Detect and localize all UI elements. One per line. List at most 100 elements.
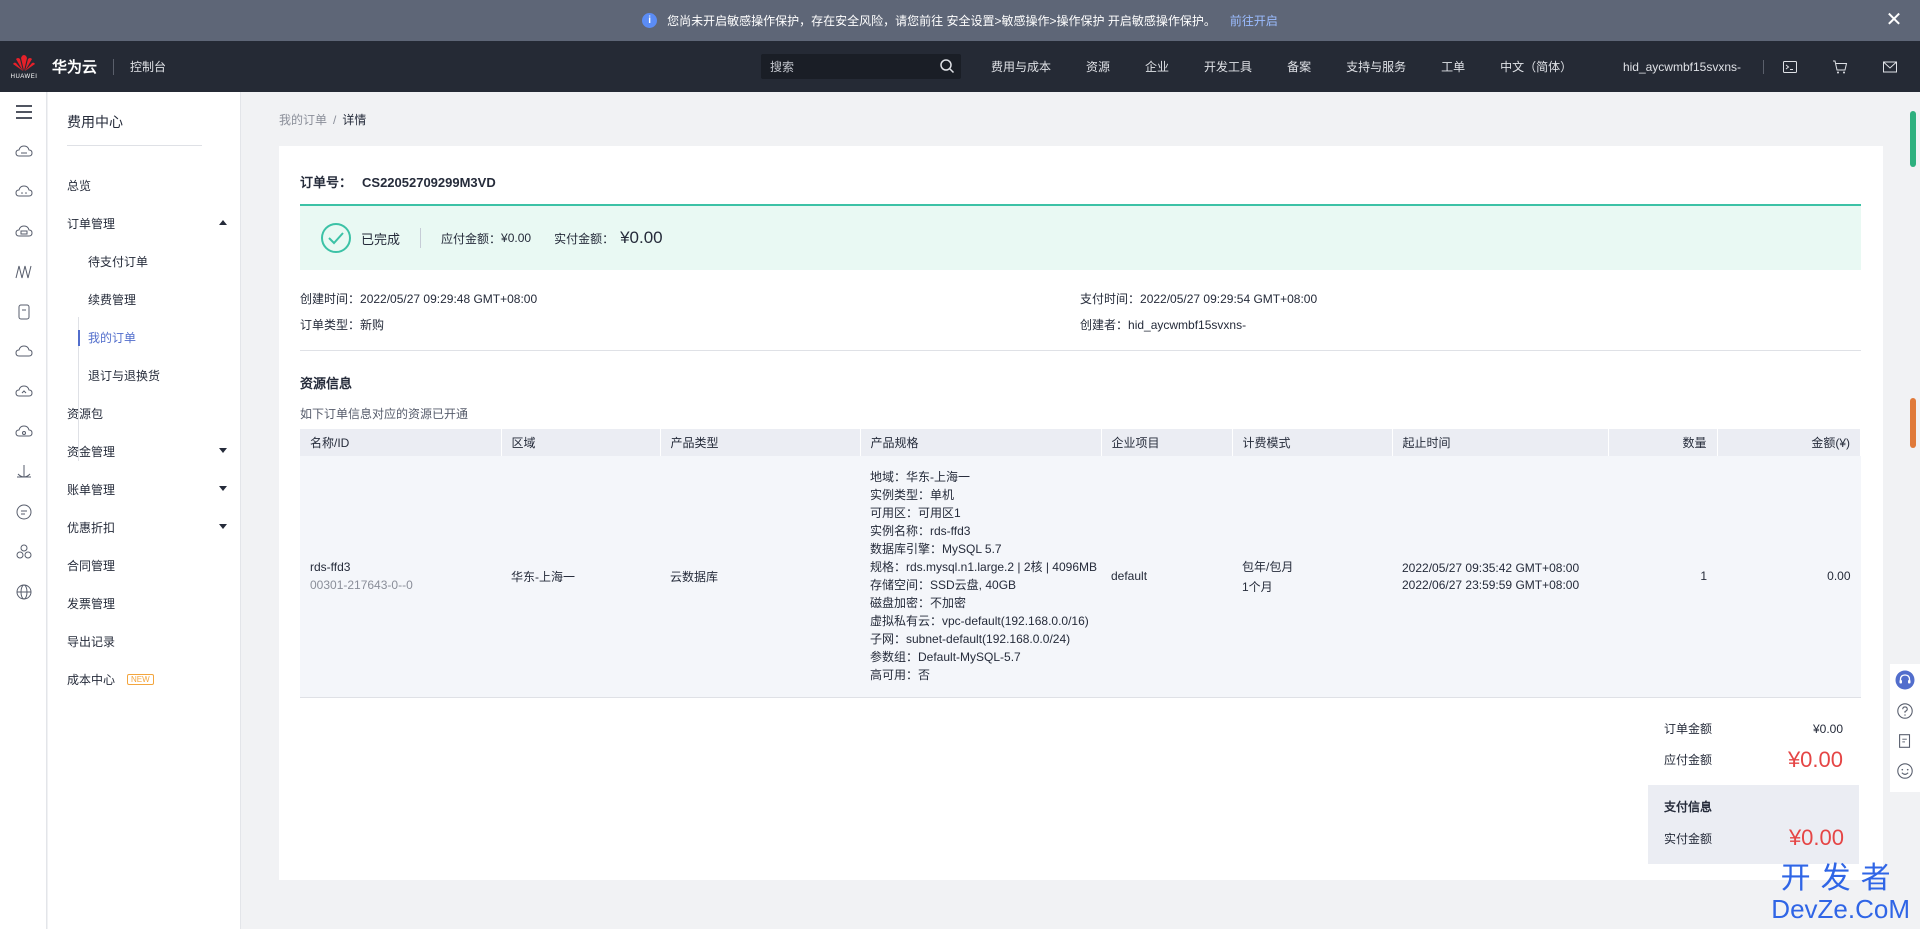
search-input[interactable] <box>770 59 930 74</box>
spec-line: 存储空间：SSD云盘, 40GB <box>870 578 1017 593</box>
hamburger-icon <box>15 105 32 119</box>
pay-time: 支付时间：2022/05/27 09:29:54 GMT+08:00 <box>1080 290 1317 307</box>
cell-amount: 0.00 <box>1717 456 1861 698</box>
nav-support[interactable]: 支持与服务 <box>1346 58 1406 75</box>
sidebar-item-overview[interactable]: 总览 <box>48 166 241 204</box>
cell-period: 2022/05/27 09:35:42 GMT+08:00 2022/06/27… <box>1392 456 1608 698</box>
scroll-indicator[interactable] <box>1910 398 1916 448</box>
sidebar-item-label: 合同管理 <box>67 558 116 573</box>
payable-amount-label: 应付金额 <box>1664 753 1713 767</box>
database-icon <box>18 304 29 320</box>
scrollbar[interactable] <box>1910 111 1916 167</box>
sidebar-item-discounts[interactable]: 优惠折扣 <box>48 508 241 546</box>
sidebar-item-pending-orders[interactable]: 待支付订单 <box>48 242 241 280</box>
spec-line: 参数组：Default-MySQL-5.7 <box>870 650 1021 665</box>
col-amount: 金额(¥) <box>1717 429 1861 456</box>
order-status: 已完成 <box>361 231 401 247</box>
col-spec: 产品规格 <box>860 429 1102 456</box>
nav-tickets[interactable]: 工单 <box>1441 58 1465 75</box>
headset-icon <box>1895 670 1915 690</box>
rail-service-4[interactable] <box>0 252 47 292</box>
close-icon[interactable]: ✕ <box>1884 10 1904 30</box>
feedback-button[interactable] <box>1895 731 1915 750</box>
divider <box>300 350 1861 351</box>
nav-filing[interactable]: 备案 <box>1287 58 1311 75</box>
sidebar-item-invoices[interactable]: 发票管理 <box>48 584 241 622</box>
smile-icon <box>1897 763 1913 780</box>
network-icon <box>15 265 31 279</box>
breadcrumb-my-orders[interactable]: 我的订单 <box>279 113 327 127</box>
cell-product-type: 云数据库 <box>660 456 860 698</box>
sidebar-item-order-management[interactable]: 订单管理 <box>48 204 241 242</box>
user-account[interactable]: hid_aycwmbf15svxns- <box>1623 60 1741 74</box>
sidebar-item-unsubscribe[interactable]: 退订与退换货 <box>48 356 241 394</box>
sidebar-item-my-orders[interactable]: 我的订单 <box>48 318 241 356</box>
sidebar-item-contracts[interactable]: 合同管理 <box>48 546 241 584</box>
spec-line: 可用区：可用区1 <box>870 506 961 521</box>
help-button[interactable] <box>1895 701 1915 720</box>
pay-time-label: 支付时间： <box>1080 292 1141 306</box>
customer-service-button[interactable] <box>1895 670 1915 690</box>
sidebar-item-renewal[interactable]: 续费管理 <box>48 280 241 318</box>
sidebar-item-label: 退订与退换货 <box>88 368 161 383</box>
nav-enterprise[interactable]: 企业 <box>1145 58 1169 75</box>
billing-period: 1个月 <box>1242 579 1273 594</box>
rail-service-12[interactable] <box>0 572 47 612</box>
rail-service-6[interactable] <box>0 332 47 372</box>
search-box <box>761 54 961 79</box>
payable-amount-value: ¥0.00 <box>1787 746 1843 772</box>
col-product-type: 产品类型 <box>660 429 861 456</box>
sidebar-title: 费用中心 <box>67 114 123 130</box>
sidebar-item-resource-packages[interactable]: 资源包 <box>48 394 241 432</box>
logo[interactable]: HUAWEI 华为云 <box>0 51 97 83</box>
spec-line: 磁盘加密：不加密 <box>870 596 967 611</box>
rail-service-3[interactable] <box>0 212 47 252</box>
rail-service-7[interactable] <box>0 372 47 412</box>
huawei-logo-icon: HUAWEI <box>10 51 38 83</box>
payable-value: ¥0.00 <box>501 231 532 245</box>
nav-language[interactable]: 中文（简体） <box>1500 58 1572 75</box>
top-right-tools: hid_aycwmbf15svxns- <box>1623 41 1898 92</box>
search-icon[interactable] <box>939 58 955 74</box>
rail-service-5[interactable] <box>0 292 47 332</box>
sidebar-item-label: 发票管理 <box>67 596 116 611</box>
rail-service-10[interactable] <box>0 492 47 532</box>
chat-icon <box>16 504 31 520</box>
help-icon <box>1897 702 1913 719</box>
col-region: 区域 <box>501 429 661 456</box>
spec-line: 规格：rds.mysql.n1.large.2 | 2核 | 4096MB <box>870 560 1097 575</box>
logo-text: HUAWEI <box>10 73 38 80</box>
edit-note-icon <box>1899 734 1911 748</box>
order-amount-label: 订单金额 <box>1664 722 1713 736</box>
creator-value: hid_aycwmbf15svxns- <box>1128 318 1247 332</box>
notice-enable-link[interactable]: 前往开启 <box>1230 12 1278 29</box>
sidebar-item-label: 账单管理 <box>67 482 116 497</box>
rail-service-11[interactable] <box>0 532 47 572</box>
order-amount-row: 订单金额 ¥0.00 <box>1648 713 1859 744</box>
sidebar-item-funds[interactable]: 资金管理 <box>48 432 241 470</box>
spec-line: 子网：subnet-default(192.168.0.0/24) <box>870 632 1071 647</box>
creator: 创建者：hid_aycwmbf15svxns- <box>1080 316 1246 333</box>
nav-dev-tools[interactable]: 开发工具 <box>1204 58 1252 75</box>
cart-icon[interactable] <box>1832 59 1848 75</box>
pay-time-value: 2022/05/27 09:29:54 GMT+08:00 <box>1140 292 1318 306</box>
rail-service-8[interactable] <box>0 412 47 452</box>
console-link[interactable]: 控制台 <box>130 58 166 75</box>
created-time: 创建时间：2022/05/27 09:29:48 GMT+08:00 <box>300 290 537 307</box>
rail-service-1[interactable] <box>0 132 47 172</box>
sidebar-item-exports[interactable]: 导出记录 <box>48 622 241 660</box>
rail-service-9[interactable] <box>0 452 47 492</box>
menu-toggle[interactable] <box>0 92 47 132</box>
sidebar-item-label: 续费管理 <box>88 292 137 307</box>
sidebar-item-bills[interactable]: 账单管理 <box>48 470 241 508</box>
terminal-icon[interactable] <box>1782 59 1798 75</box>
service-icon-rail <box>0 92 47 929</box>
mail-icon[interactable] <box>1882 59 1898 75</box>
resource-table: 名称/ID 区域 产品类型 产品规格 企业项目 计费模式 起止时间 数量 金额(… <box>300 429 1861 698</box>
sidebar-item-cost-center[interactable]: 成本中心 NEW <box>48 660 241 698</box>
sidebar-item-label: 订单管理 <box>67 216 116 231</box>
rail-service-2[interactable] <box>0 172 47 212</box>
nav-resources[interactable]: 资源 <box>1086 58 1110 75</box>
satisfaction-button[interactable] <box>1895 762 1915 781</box>
nav-cost[interactable]: 费用与成本 <box>991 58 1051 75</box>
